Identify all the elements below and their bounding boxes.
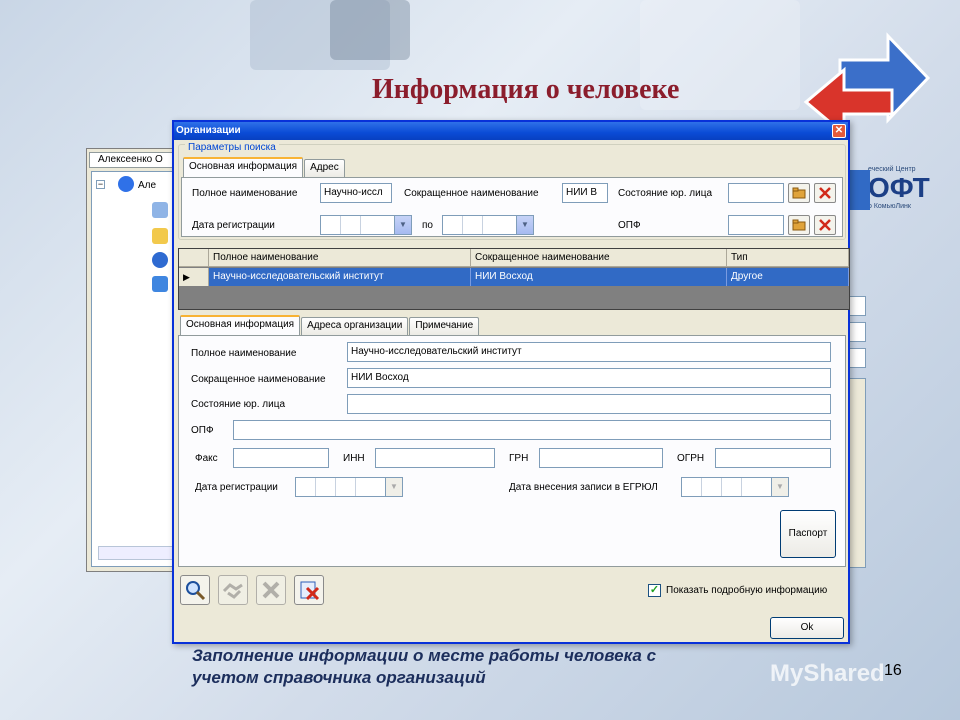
grid-header-type[interactable]: Тип bbox=[727, 249, 849, 267]
search-full-name-input[interactable]: Научно-иссл bbox=[320, 183, 392, 203]
search-opf-label: ОПФ bbox=[618, 220, 641, 231]
background-tree[interactable]: − Але bbox=[91, 171, 178, 567]
close-button[interactable]: ✕ bbox=[832, 124, 846, 138]
search-full-name-label: Полное наименование bbox=[192, 188, 298, 199]
logo-name: ОФТ bbox=[868, 172, 930, 203]
detail-egrul-date-label: Дата внесения записи в ЕГРЮЛ bbox=[509, 482, 658, 493]
search-to-label: по bbox=[422, 220, 433, 231]
caption-line: учетом справочника организаций bbox=[192, 668, 486, 687]
search-short-name-label: Сокращенное наименование bbox=[404, 188, 539, 199]
logo-subtitle: о КомьюЛинк bbox=[868, 203, 911, 210]
detail-ogrn-input[interactable] bbox=[715, 448, 831, 468]
clear-icon[interactable] bbox=[814, 183, 836, 203]
detail-reg-date-input[interactable]: ▼ bbox=[295, 477, 403, 497]
page-number: 16 bbox=[884, 662, 902, 679]
detail-grn-label: ГРН bbox=[509, 453, 529, 464]
caption-line: Заполнение информации о месте работы чел… bbox=[192, 646, 657, 665]
globe-icon bbox=[152, 252, 168, 268]
chevron-down-icon[interactable]: ▼ bbox=[516, 216, 533, 234]
search-reg-date-label: Дата регистрации bbox=[192, 220, 275, 231]
detail-short-name-label: Сокращенное наименование bbox=[191, 374, 326, 385]
search-short-name-input[interactable]: НИИ В bbox=[562, 183, 608, 203]
tab-search-main[interactable]: Основная информация bbox=[183, 157, 304, 177]
row-pointer-icon: ▶ bbox=[179, 268, 209, 286]
document-icon bbox=[152, 202, 168, 218]
detail-ogrn-label: ОГРН bbox=[677, 453, 705, 464]
slide-title: Информация о человеке bbox=[372, 74, 680, 105]
tab-detail-main[interactable]: Основная информация bbox=[180, 315, 301, 335]
detail-legal-state-label: Состояние юр. лица bbox=[191, 399, 286, 410]
grid-header: Полное наименование Сокращенное наименов… bbox=[179, 249, 849, 267]
users-icon bbox=[118, 176, 134, 192]
detail-short-name-input[interactable]: НИИ Восход bbox=[347, 368, 831, 388]
organizations-dialog: Организации ✕ Параметры поиска Основная … bbox=[172, 120, 850, 644]
detail-fax-input[interactable] bbox=[233, 448, 329, 468]
clear-icon[interactable] bbox=[814, 215, 836, 235]
dialog-title: Организации bbox=[176, 125, 241, 136]
cell-short-name[interactable]: НИИ Восход bbox=[471, 268, 727, 286]
handshake-icon[interactable] bbox=[218, 575, 248, 605]
background-tab[interactable]: Алексеенко О bbox=[89, 152, 179, 168]
search-tabs: Основная информация Адрес bbox=[183, 157, 346, 177]
folder-open-icon[interactable] bbox=[788, 183, 810, 203]
background-window: Алексеенко О − Але bbox=[86, 148, 180, 572]
detail-egrul-date-input[interactable]: ▼ bbox=[681, 477, 789, 497]
watermark: MyShared bbox=[770, 660, 885, 687]
grid-header-indicator bbox=[179, 249, 209, 267]
tab-search-address[interactable]: Адрес bbox=[304, 159, 345, 177]
tab-detail-addresses[interactable]: Адреса организации bbox=[301, 317, 409, 335]
detail-grn-input[interactable] bbox=[539, 448, 663, 468]
search-legal-state-label: Состояние юр. лица bbox=[618, 188, 713, 199]
grid-header-full-name[interactable]: Полное наименование bbox=[209, 249, 471, 267]
detail-legal-state-input[interactable] bbox=[347, 394, 831, 414]
chevron-down-icon[interactable]: ▼ bbox=[385, 478, 402, 496]
show-details-label: Показать подробную информацию bbox=[666, 585, 828, 596]
detail-fax-label: Факс bbox=[195, 453, 218, 464]
ok-button[interactable]: Ok bbox=[770, 617, 844, 639]
tree-root-label[interactable]: Але bbox=[138, 180, 156, 191]
detail-opf-input[interactable] bbox=[233, 420, 831, 440]
slide-caption: Заполнение информации о месте работы чел… bbox=[192, 645, 656, 689]
chevron-down-icon[interactable]: ▼ bbox=[771, 478, 788, 496]
search-legal-state-input[interactable] bbox=[728, 183, 784, 203]
search-params-legend: Параметры поиска bbox=[185, 142, 279, 153]
detail-full-name-input[interactable]: Научно-исследовательский институт bbox=[347, 342, 831, 362]
cell-full-name[interactable]: Научно-исследовательский институт bbox=[209, 268, 471, 286]
passport-button[interactable]: Паспорт bbox=[780, 510, 836, 558]
folder-open-icon[interactable] bbox=[788, 215, 810, 235]
detail-full-name-label: Полное наименование bbox=[191, 348, 297, 359]
collapse-icon[interactable]: − bbox=[96, 180, 105, 189]
detail-reg-date-label: Дата регистрации bbox=[195, 482, 278, 493]
horizontal-scrollbar[interactable] bbox=[98, 546, 178, 560]
search-reg-date-to[interactable]: ▼ bbox=[442, 215, 534, 235]
detail-tabs: Основная информация Адреса организации П… bbox=[180, 315, 480, 335]
search-icon[interactable] bbox=[180, 575, 210, 605]
detail-inn-input[interactable] bbox=[375, 448, 495, 468]
organizations-grid[interactable]: Полное наименование Сокращенное наименов… bbox=[178, 248, 850, 310]
folder-icon bbox=[152, 228, 168, 244]
grid-header-short-name[interactable]: Сокращенное наименование bbox=[471, 249, 727, 267]
search-reg-date-from[interactable]: ▼ bbox=[320, 215, 412, 235]
dialog-titlebar: Организации ✕ bbox=[174, 122, 848, 140]
detail-panel: Полное наименование Научно-исследователь… bbox=[178, 335, 846, 567]
chevron-down-icon[interactable]: ▼ bbox=[394, 216, 411, 234]
search-params-group: Параметры поиска Основная информация Адр… bbox=[178, 142, 846, 240]
tab-detail-note[interactable]: Примечание bbox=[409, 317, 480, 335]
search-panel: Полное наименование Научно-иссл Сокращен… bbox=[181, 177, 843, 237]
cancel-edit-icon[interactable] bbox=[294, 575, 324, 605]
detail-opf-label: ОПФ bbox=[191, 425, 214, 436]
delete-icon[interactable] bbox=[256, 575, 286, 605]
search-opf-input[interactable] bbox=[728, 215, 784, 235]
logo: еческий Центр ОФТ о КомьюЛинк bbox=[868, 166, 960, 210]
show-details-checkbox[interactable]: ✓ bbox=[648, 584, 661, 597]
table-row[interactable]: ▶ Научно-исследовательский институт НИИ … bbox=[179, 268, 849, 286]
detail-inn-label: ИНН bbox=[343, 453, 365, 464]
cell-type[interactable]: Другое bbox=[727, 268, 849, 286]
background-decoration bbox=[330, 0, 410, 60]
edit-icon bbox=[152, 276, 168, 292]
